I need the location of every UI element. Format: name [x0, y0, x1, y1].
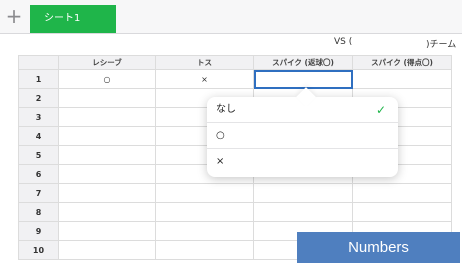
column-header-toss[interactable]: トス — [155, 55, 254, 70]
table-cell[interactable] — [155, 202, 254, 222]
table-row: 1 ○ × — [18, 69, 452, 89]
row-header[interactable]: 2 — [18, 88, 59, 108]
row-header[interactable]: 8 — [18, 202, 59, 222]
table-row: 8 — [18, 202, 452, 222]
row-header[interactable]: 5 — [18, 145, 59, 165]
table-cell[interactable] — [58, 145, 156, 165]
table-cell[interactable] — [155, 183, 254, 203]
row-header[interactable]: 6 — [18, 164, 59, 184]
table-cell[interactable] — [58, 202, 156, 222]
value-picker-popover: なし ✓ ○ × — [207, 87, 398, 177]
table-cell[interactable] — [58, 126, 156, 146]
sheet-toolbar: + シート1 — [0, 0, 462, 34]
column-header-spike-return[interactable]: スパイク (返球〇) — [253, 55, 353, 70]
option-label: × — [216, 156, 225, 167]
table-cell[interactable] — [352, 202, 452, 222]
column-header-receive[interactable]: レシーブ — [58, 55, 156, 70]
table-row: 7 — [18, 183, 452, 203]
column-header-spike-score[interactable]: スパイク (得点〇) — [352, 55, 452, 70]
option-label: なし — [216, 104, 236, 115]
row-header[interactable]: 4 — [18, 126, 59, 146]
table-cell[interactable] — [155, 221, 254, 241]
team-label: )チーム — [426, 40, 457, 50]
row-header[interactable]: 10 — [18, 240, 59, 260]
tab-sheet1[interactable]: シート1 — [30, 5, 116, 33]
table-cell[interactable]: ○ — [58, 69, 156, 89]
option-none[interactable]: なし ✓ — [207, 97, 398, 123]
row-header[interactable]: 7 — [18, 183, 59, 203]
option-label: ○ — [216, 130, 225, 141]
numbers-app-badge: Numbers — [297, 232, 460, 263]
table-cell[interactable] — [58, 88, 156, 108]
vs-label: VS ( — [334, 37, 353, 47]
table-cell[interactable] — [155, 240, 254, 260]
table-cell[interactable] — [58, 107, 156, 127]
table-cell[interactable] — [352, 69, 452, 89]
row-header[interactable]: 9 — [18, 221, 59, 241]
table-cell[interactable]: × — [155, 69, 254, 89]
table-cell[interactable] — [58, 240, 156, 260]
checkmark-icon: ✓ — [375, 103, 386, 117]
add-sheet-button[interactable]: + — [3, 6, 25, 28]
table-cell[interactable] — [58, 164, 156, 184]
option-circle[interactable]: ○ — [207, 123, 398, 149]
option-cross[interactable]: × — [207, 149, 398, 175]
row-header[interactable]: 3 — [18, 107, 59, 127]
table-cell[interactable] — [58, 221, 156, 241]
header-row: レシーブ トス スパイク (返球〇) スパイク (得点〇) — [18, 55, 452, 70]
row-header[interactable]: 1 — [18, 69, 59, 89]
table-cell[interactable] — [352, 183, 452, 203]
corner-cell — [18, 55, 59, 70]
table-cell[interactable] — [253, 183, 353, 203]
selected-cell[interactable] — [253, 69, 353, 89]
table-cell[interactable] — [58, 183, 156, 203]
table-cell[interactable] — [253, 202, 353, 222]
